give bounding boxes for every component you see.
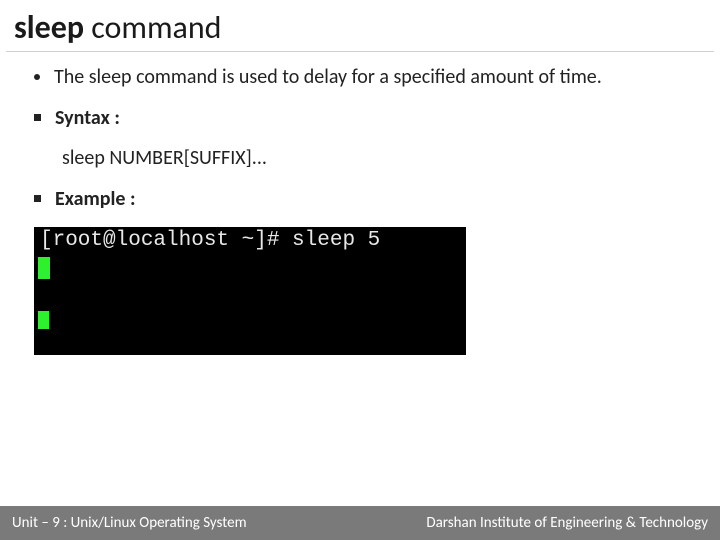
syntax-value: sleep NUMBER[SUFFIX]... [62,146,686,170]
bullet-square-icon [34,114,41,121]
slide-title: sleep command [0,0,720,51]
bullet-dot-icon [34,74,40,80]
bullet-syntax: Syntax : [34,105,686,132]
terminal-cursor-icon [38,311,49,329]
slide-footer: Unit – 9 : Unix/Linux Operating System D… [0,506,720,540]
bullet-square-icon [34,195,41,202]
intro-text: The sleep command is used to delay for a… [54,64,686,91]
terminal-screenshot: [root@localhost ~]# sleep 5 [34,227,466,355]
content-area: The sleep command is used to delay for a… [0,52,720,355]
footer-left: Unit – 9 : Unix/Linux Operating System [12,514,247,532]
bullet-intro: The sleep command is used to delay for a… [34,64,686,91]
terminal-cursor-icon [38,257,50,279]
example-label: Example : [55,186,686,213]
title-bold: sleep [14,8,91,47]
syntax-label: Syntax : [55,105,686,132]
bullet-example: Example : [34,186,686,213]
terminal-prompt: [root@localhost ~]# sleep 5 [40,229,460,252]
title-normal: command [91,8,221,47]
footer-right: Darshan Institute of Engineering & Techn… [426,514,708,532]
